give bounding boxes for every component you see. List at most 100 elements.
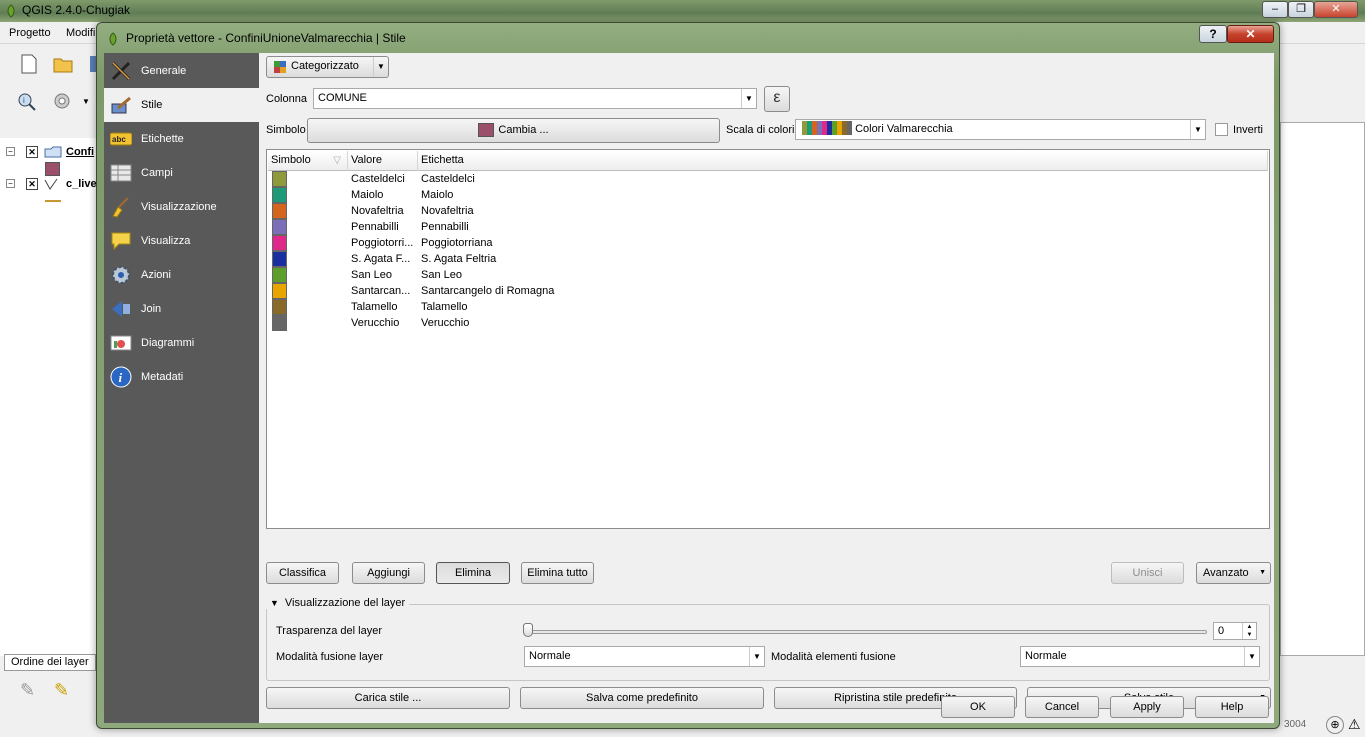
category-symbol-swatch[interactable] (272, 219, 287, 235)
layer-visibility-checkbox[interactable]: ✕ (26, 178, 38, 190)
layer-tree-item[interactable]: − ✕ Confi (6, 146, 100, 162)
menu-modifica[interactable]: Modifi (66, 27, 95, 39)
maximize-button[interactable]: ❐ (1288, 1, 1314, 18)
edit-pencil-icon[interactable]: ✎ (20, 680, 35, 701)
delete-all-button[interactable]: Elimina tutto (521, 562, 594, 584)
sidebar-item-join[interactable]: Join (104, 292, 259, 326)
crs-status-text[interactable]: 3004 (1284, 719, 1306, 730)
sidebar-item-label: Visualizza (141, 235, 191, 247)
main-close-button[interactable]: ✕ (1314, 1, 1358, 18)
table-row[interactable]: Pennabilli Pennabilli (268, 219, 1268, 235)
layer-blend-value: Normale (529, 650, 571, 662)
merge-button[interactable]: Unisci (1111, 562, 1184, 584)
classify-button[interactable]: Classifica (266, 562, 339, 584)
renderer-type-combo[interactable]: Categorizzato ▼ (266, 56, 389, 78)
main-toolbar-identify: i ▼ (0, 85, 100, 125)
sidebar-item-campi[interactable]: Campi (104, 156, 259, 190)
category-symbol-swatch[interactable] (272, 235, 287, 251)
dialog-help-button[interactable]: ? (1199, 25, 1227, 43)
warning-icon[interactable]: ⚠ (1348, 716, 1361, 733)
column-header-etichetta[interactable]: Etichetta (418, 151, 1268, 171)
category-symbol-swatch[interactable] (272, 187, 287, 203)
sidebar-item-label: Azioni (141, 269, 171, 281)
category-label: Pennabilli (421, 221, 469, 233)
sidebar-item-etichette[interactable]: abc Etichette (104, 122, 259, 156)
map-canvas[interactable] (1280, 122, 1365, 656)
categories-table[interactable]: Simbolo ▽ Valore Etichetta Casteldelci Ca… (266, 149, 1270, 529)
help-button[interactable]: Help (1195, 696, 1269, 718)
sidebar-item-visualizza[interactable]: Visualizza (104, 224, 259, 258)
transparency-slider-track[interactable] (525, 630, 1207, 634)
sidebar-item-azioni[interactable]: Azioni (104, 258, 259, 292)
layer-tree-item[interactable]: − ✕ c_live (6, 178, 100, 194)
transparency-slider-handle[interactable] (523, 623, 533, 637)
save-default-button[interactable]: Salva come predefinito (520, 687, 764, 709)
gear-icon (112, 266, 130, 284)
identify-icon[interactable]: i (16, 91, 38, 113)
table-row[interactable]: S. Agata F... S. Agata Feltria (268, 251, 1268, 267)
expand-toggle-icon[interactable]: − (6, 179, 15, 188)
transparency-spinbox[interactable]: 0 ▲ ▼ (1213, 622, 1257, 640)
ok-button[interactable]: OK (941, 696, 1015, 718)
category-label: Poggiotorriana (421, 237, 493, 249)
sidebar-item-diagrammi[interactable]: Diagrammi (104, 326, 259, 360)
expand-toggle-icon[interactable]: − (6, 147, 15, 156)
category-symbol-swatch[interactable] (272, 267, 287, 283)
dialog-close-button[interactable]: ✕ (1227, 25, 1274, 43)
table-row[interactable]: Verucchio Verucchio (268, 315, 1268, 331)
table-row[interactable]: Casteldelci Casteldelci (268, 171, 1268, 187)
tab-layer-order[interactable]: Ordine dei layer (4, 654, 96, 671)
feature-blend-combo[interactable]: Normale ▼ (1020, 646, 1260, 667)
inverti-checkbox[interactable] (1215, 123, 1228, 136)
category-value: Talamello (351, 301, 398, 313)
category-symbol-swatch[interactable] (272, 283, 287, 299)
category-value: Novafeltria (351, 205, 404, 217)
table-row[interactable]: Talamello Talamello (268, 299, 1268, 315)
table-row[interactable]: San Leo San Leo (268, 267, 1268, 283)
advanced-button[interactable]: Avanzato ▼ (1196, 562, 1271, 584)
sidebar-item-stile[interactable]: Stile (104, 88, 259, 122)
add-button[interactable]: Aggiungi (352, 562, 425, 584)
sidebar-item-visualizzazione[interactable]: Visualizzazione (104, 190, 259, 224)
cancel-button[interactable]: Cancel (1025, 696, 1099, 718)
category-symbol-swatch[interactable] (272, 299, 287, 315)
column-header-valore[interactable]: Valore (348, 151, 418, 171)
category-symbol-swatch[interactable] (272, 315, 287, 331)
crs-icon[interactable]: ⊕ (1326, 716, 1344, 734)
category-symbol-swatch[interactable] (272, 203, 287, 219)
category-symbol-swatch[interactable] (272, 171, 287, 187)
category-symbol-swatch[interactable] (272, 251, 287, 267)
delete-button[interactable]: Elimina (436, 562, 510, 584)
sidebar-item-generale[interactable]: Generale (104, 54, 259, 88)
table-row[interactable]: Maiolo Maiolo (268, 187, 1268, 203)
colonna-combo[interactable]: COMUNE ▼ (313, 88, 757, 109)
color-ramp-combo[interactable]: Colori Valmarecchia ▼ (795, 119, 1206, 140)
settings-identify-icon[interactable] (52, 91, 74, 113)
column-header-simbolo[interactable]: Simbolo ▽ (268, 151, 348, 171)
apply-button[interactable]: Apply (1110, 696, 1184, 718)
layer-name[interactable]: Confi (66, 146, 94, 158)
minimize-button[interactable]: – (1262, 1, 1288, 18)
load-style-button[interactable]: Carica stile ... (266, 687, 510, 709)
renderer-type-value: Categorizzato (291, 60, 359, 72)
new-project-icon[interactable] (18, 53, 40, 75)
table-row[interactable]: Santarcan... Santarcangelo di Romagna (268, 283, 1268, 299)
line-layer-icon (44, 178, 58, 190)
spin-arrows-icon[interactable]: ▲ ▼ (1242, 623, 1256, 639)
open-project-icon[interactable] (52, 53, 74, 75)
table-row[interactable]: Novafeltria Novafeltria (268, 203, 1268, 219)
sidebar: Generale Stile abc Etichette Campi Visua… (104, 53, 259, 723)
expression-button[interactable]: ε (764, 86, 790, 112)
table-row[interactable]: Poggiotorri... Poggiotorriana (268, 235, 1268, 251)
menu-progetto[interactable]: Progetto (9, 27, 51, 39)
layer-visibility-checkbox[interactable]: ✕ (26, 146, 38, 158)
layer-name[interactable]: c_live (66, 178, 97, 190)
layer-blend-combo[interactable]: Normale ▼ (524, 646, 765, 667)
layer-rendering-toggle[interactable]: ▼ Visualizzazione del layer (266, 597, 410, 609)
change-symbol-button[interactable]: Cambia ... (307, 118, 720, 143)
chevron-down-icon[interactable]: ▼ (82, 97, 90, 106)
category-label: Verucchio (421, 317, 470, 329)
toggle-edit-icon[interactable]: ✎ (54, 680, 69, 701)
category-value: Casteldelci (351, 173, 405, 185)
sidebar-item-metadati[interactable]: i Metadati (104, 360, 259, 394)
